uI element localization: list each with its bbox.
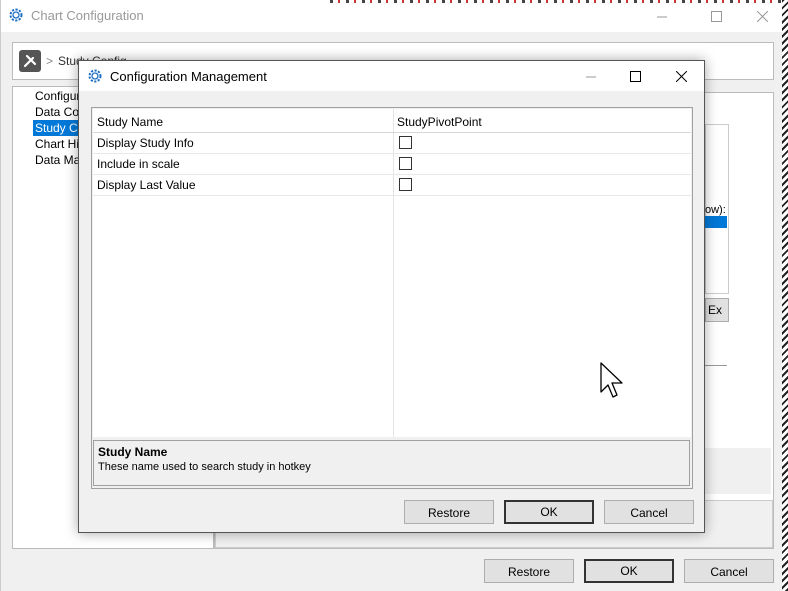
help-description: These name used to search study in hotke… xyxy=(98,461,311,473)
mouse-cursor-icon xyxy=(600,362,623,398)
desktop-edge-right xyxy=(782,0,788,591)
grid-row-include-in-scale[interactable]: Include in scale xyxy=(93,153,691,175)
dialog-titlebar[interactable]: Configuration Management xyxy=(79,61,704,91)
minimize-icon xyxy=(656,16,667,17)
display-study-info-checkbox[interactable] xyxy=(399,136,412,149)
gear-icon xyxy=(9,8,23,22)
background-selected-row[interactable] xyxy=(705,216,727,228)
grid-row-label: Display Study Info xyxy=(97,136,194,150)
main-close-button[interactable] xyxy=(739,0,785,32)
grid-row-label: Display Last Value xyxy=(97,178,196,192)
main-restore-button[interactable]: Restore xyxy=(484,559,574,583)
dialog-close-button[interactable] xyxy=(658,61,704,91)
close-icon xyxy=(756,10,768,22)
grid-header-name: Study Name xyxy=(97,115,164,129)
help-title: Study Name xyxy=(98,445,168,459)
dialog-minimize-button[interactable] xyxy=(568,61,614,91)
tools-icon xyxy=(19,50,41,72)
main-cancel-button[interactable]: Cancel xyxy=(684,559,774,583)
background-divider xyxy=(705,365,727,366)
grid-row-label: Include in scale xyxy=(97,157,180,171)
background-grey-area xyxy=(705,448,771,494)
background-ex-button[interactable]: Ex xyxy=(705,298,729,322)
main-maximize-button[interactable] xyxy=(693,0,739,32)
display-last-value-checkbox[interactable] xyxy=(399,178,412,191)
main-titlebar[interactable]: Chart Configuration xyxy=(1,0,783,32)
dialog-cancel-button[interactable]: Cancel xyxy=(604,500,694,524)
maximize-icon xyxy=(710,10,722,22)
include-in-scale-checkbox[interactable] xyxy=(399,157,412,170)
close-icon xyxy=(675,70,687,82)
background-label: ow): xyxy=(705,204,726,216)
dialog-restore-button[interactable]: Restore xyxy=(404,500,494,524)
desktop-edge-top xyxy=(330,0,782,3)
gear-icon xyxy=(88,69,102,83)
grid-header-row[interactable]: Study Name StudyPivotPoint xyxy=(93,111,691,133)
grid-header-value[interactable]: StudyPivotPoint xyxy=(397,115,482,129)
grid-row-display-study-info[interactable]: Display Study Info xyxy=(93,132,691,154)
maximize-icon xyxy=(629,70,641,82)
grid-row-display-last-value[interactable]: Display Last Value xyxy=(93,174,691,196)
minimize-icon xyxy=(585,76,596,77)
breadcrumb-separator: > xyxy=(46,54,54,68)
main-ok-button[interactable]: OK xyxy=(584,559,674,583)
main-minimize-button[interactable] xyxy=(639,0,685,32)
help-panel: Study Name These name used to search stu… xyxy=(93,440,690,486)
configuration-dialog: Configuration Management Study Name Stud… xyxy=(78,60,705,533)
property-grid: Study Name StudyPivotPoint Display Study… xyxy=(91,107,693,489)
dialog-maximize-button[interactable] xyxy=(612,61,658,91)
dialog-ok-button[interactable]: OK xyxy=(504,500,594,524)
main-window-title: Chart Configuration xyxy=(31,8,144,23)
dialog-title: Configuration Management xyxy=(110,69,267,84)
